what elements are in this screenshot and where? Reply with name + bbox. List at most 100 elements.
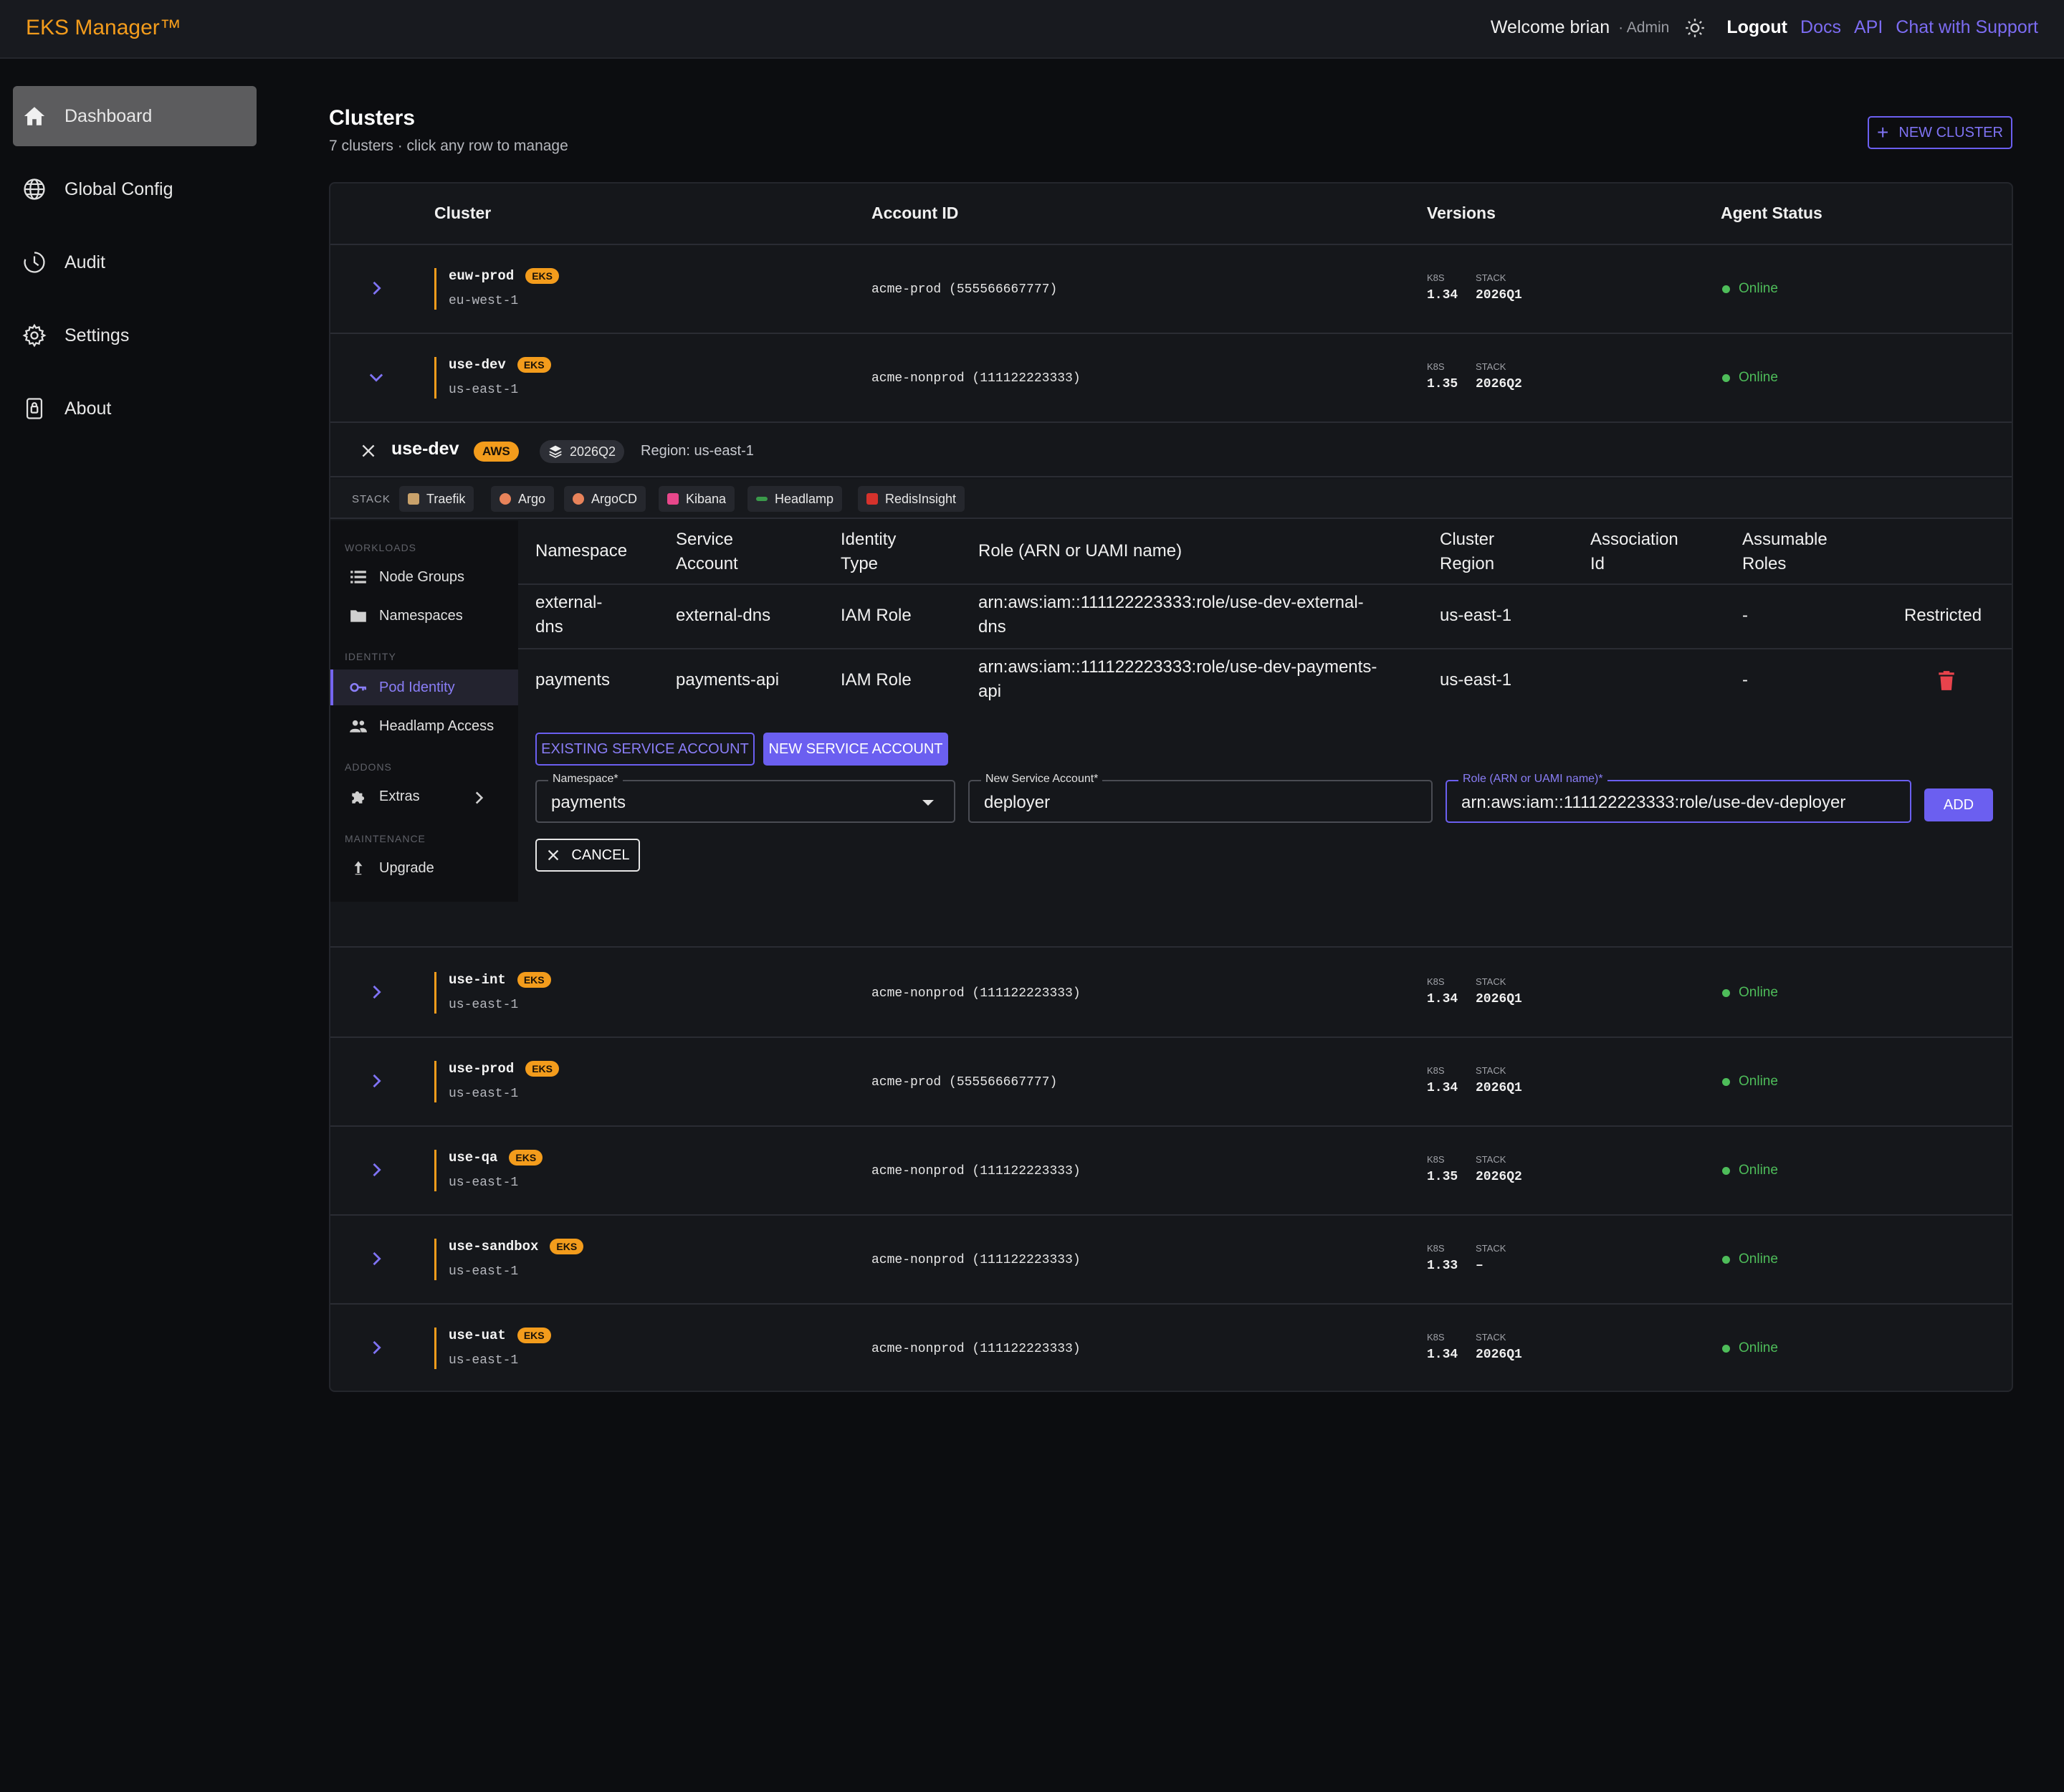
cell-identity-type: IAM Role bbox=[841, 670, 912, 690]
cluster-accent-bar bbox=[434, 972, 436, 1014]
column-header-cluster[interactable]: Cluster bbox=[434, 204, 491, 223]
stack-chip-traefik[interactable]: Traefik bbox=[399, 486, 474, 512]
subnav-item-extras[interactable]: Extras bbox=[330, 778, 518, 814]
role-arn-field[interactable]: Role (ARN or UAMI name)* arn:aws:iam::11… bbox=[1446, 773, 1911, 823]
folder-icon bbox=[350, 610, 366, 622]
chevron-right-icon[interactable] bbox=[366, 982, 386, 1002]
delete-trash-icon[interactable] bbox=[1937, 669, 1956, 691]
table-row[interactable]: use-uat EKS us-east-1 acme-nonprod (11112… bbox=[330, 1305, 2012, 1391]
subnav-item-upgrade[interactable]: Upgrade bbox=[330, 850, 518, 886]
stack-version: 2026Q1 bbox=[1476, 1081, 1522, 1095]
k8s-label: K8S bbox=[1427, 1154, 1445, 1165]
sidebar-item-settings[interactable]: Settings bbox=[13, 305, 257, 366]
identity-row-divider bbox=[518, 648, 2012, 649]
cluster-name: euw-prod EKS bbox=[449, 268, 560, 284]
table-row[interactable]: use-qa EKS us-east-1 acme-nonprod (111122… bbox=[330, 1127, 2012, 1216]
k8s-version: 1.33 bbox=[1427, 1259, 1458, 1273]
subnav-item-headlamp-access[interactable]: Headlamp Access bbox=[330, 708, 518, 744]
chevron-down-icon[interactable] bbox=[366, 367, 386, 387]
table-row[interactable]: euw-prod EKS eu-west-1 acme-prod (5555666… bbox=[330, 245, 2012, 334]
stack-label: STACK bbox=[1476, 976, 1506, 987]
app-logo[interactable]: EKS Manager™ bbox=[26, 16, 181, 40]
eks-badge: EKS bbox=[525, 268, 560, 284]
restricted-label: Restricted bbox=[1904, 606, 1982, 625]
stack-chip-argocd[interactable]: ArgoCD bbox=[564, 486, 646, 512]
sidebar-item-dashboard[interactable]: Dashboard bbox=[13, 86, 257, 146]
subnav-section-workloads: WORKLOADS bbox=[345, 542, 417, 553]
plus-icon: + bbox=[1877, 121, 1889, 143]
k8s-label: K8S bbox=[1427, 272, 1445, 283]
chevron-right-icon[interactable] bbox=[366, 1071, 386, 1091]
cell-role-arn: arn:aws:iam::111122223333:role/use-dev-p… bbox=[978, 657, 1377, 701]
stack-chip-redisinsight[interactable]: RedisInsight bbox=[858, 486, 965, 512]
sidebar-item-global-config[interactable]: Global Config bbox=[13, 159, 257, 219]
column-header-identity-type[interactable]: Identity Type bbox=[841, 528, 896, 576]
chat-support-link[interactable]: Chat with Support bbox=[1896, 17, 2038, 38]
stack-chip-kibana[interactable]: Kibana bbox=[659, 486, 735, 512]
existing-service-account-button[interactable]: EXISTING SERVICE ACCOUNT bbox=[535, 733, 755, 766]
detail-region: Region: us-east-1 bbox=[641, 443, 754, 459]
cluster-accent-bar bbox=[434, 1150, 436, 1191]
close-icon[interactable] bbox=[359, 442, 378, 460]
add-button[interactable]: ADD bbox=[1924, 788, 1993, 821]
detail-cluster-name: use-dev bbox=[391, 439, 459, 459]
theme-toggle-sun-icon[interactable] bbox=[1685, 18, 1705, 38]
cell-service-account: payments-api bbox=[676, 670, 780, 690]
clusters-table: Cluster Account ID Versions Agent Status… bbox=[329, 182, 2013, 1392]
table-row-expanded[interactable]: use-dev EKS us-east-1 acme-nonprod (11112… bbox=[330, 334, 2012, 423]
key-icon bbox=[350, 682, 367, 692]
namespace-select[interactable]: Namespace* payments bbox=[535, 773, 955, 823]
new-service-account-button[interactable]: NEW SERVICE ACCOUNT bbox=[763, 733, 948, 766]
stack-chip-argo[interactable]: Argo bbox=[491, 486, 555, 512]
stack-label: STACK bbox=[1476, 361, 1506, 372]
chevron-right-icon[interactable] bbox=[469, 788, 488, 807]
stack-chip-headlamp[interactable]: Headlamp bbox=[747, 486, 843, 512]
column-header-service-account[interactable]: Service Account bbox=[676, 528, 738, 576]
logout-link[interactable]: Logout bbox=[1726, 17, 1787, 38]
cancel-button[interactable]: CANCEL bbox=[535, 839, 640, 872]
stack-version: 2026Q1 bbox=[1476, 1348, 1522, 1362]
dropdown-caret-icon bbox=[922, 800, 934, 806]
column-header-assumable-roles[interactable]: Assumable Roles bbox=[1742, 528, 1828, 576]
eks-badge: EKS bbox=[509, 1150, 543, 1166]
cluster-detail-panel: use-dev AWS 2026Q2 Region: us-east-1 STA… bbox=[330, 423, 2012, 948]
status-dot-icon bbox=[1722, 1077, 1730, 1086]
column-header-association-id[interactable]: Association Id bbox=[1590, 528, 1678, 576]
column-header-account-id[interactable]: Account ID bbox=[871, 204, 958, 223]
subnav-section-maintenance: MAINTENANCE bbox=[345, 833, 426, 844]
column-header-versions[interactable]: Versions bbox=[1427, 204, 1496, 223]
chevron-right-icon[interactable] bbox=[366, 1249, 386, 1269]
chevron-right-icon[interactable] bbox=[366, 278, 386, 298]
new-service-account-label: New Service Account* bbox=[981, 773, 1103, 786]
table-row[interactable]: use-prod EKS us-east-1 acme-prod (5555666… bbox=[330, 1038, 2012, 1127]
column-header-agent-status[interactable]: Agent Status bbox=[1721, 204, 1822, 223]
column-header-cluster-region[interactable]: Cluster Region bbox=[1440, 528, 1494, 576]
column-header-role[interactable]: Role (ARN or UAMI name) bbox=[978, 539, 1182, 563]
table-row[interactable]: use-int EKS us-east-1 acme-nonprod (11112… bbox=[330, 949, 2012, 1038]
chevron-right-icon[interactable] bbox=[366, 1338, 386, 1358]
status-badge: Online bbox=[1722, 1340, 1778, 1356]
layers-icon bbox=[549, 445, 562, 458]
cell-role-arn: arn:aws:iam::111122223333:role/use-dev-e… bbox=[978, 593, 1364, 637]
table-row[interactable]: use-sandbox EKS us-east-1 acme-nonprod (1… bbox=[330, 1216, 2012, 1305]
globe-icon bbox=[22, 176, 47, 202]
new-service-account-field[interactable]: New Service Account* deployer bbox=[968, 773, 1433, 823]
api-link[interactable]: API bbox=[1854, 17, 1883, 38]
subnav-item-namespaces[interactable]: Namespaces bbox=[330, 598, 518, 634]
subnav-item-node-groups[interactable]: Node Groups bbox=[330, 559, 518, 595]
new-cluster-button[interactable]: + NEW CLUSTER bbox=[1868, 116, 2012, 149]
k8s-version: 1.35 bbox=[1427, 377, 1458, 391]
subnav-item-pod-identity[interactable]: Pod Identity bbox=[330, 669, 518, 705]
sidebar-item-audit[interactable]: Audit bbox=[13, 232, 257, 292]
docs-link[interactable]: Docs bbox=[1800, 17, 1841, 38]
headlamp-icon bbox=[756, 497, 768, 501]
stack-label: STACK bbox=[1476, 1332, 1506, 1343]
account-id: acme-nonprod (111122223333) bbox=[871, 1342, 1081, 1356]
list-icon bbox=[350, 571, 366, 583]
chevron-right-icon[interactable] bbox=[366, 1160, 386, 1180]
sidebar-item-about[interactable]: About bbox=[13, 378, 257, 439]
column-header-namespace[interactable]: Namespace bbox=[535, 539, 627, 563]
account-id: acme-nonprod (111122223333) bbox=[871, 1164, 1081, 1178]
cluster-region: us-east-1 bbox=[449, 1264, 519, 1279]
eks-badge: EKS bbox=[550, 1239, 584, 1254]
